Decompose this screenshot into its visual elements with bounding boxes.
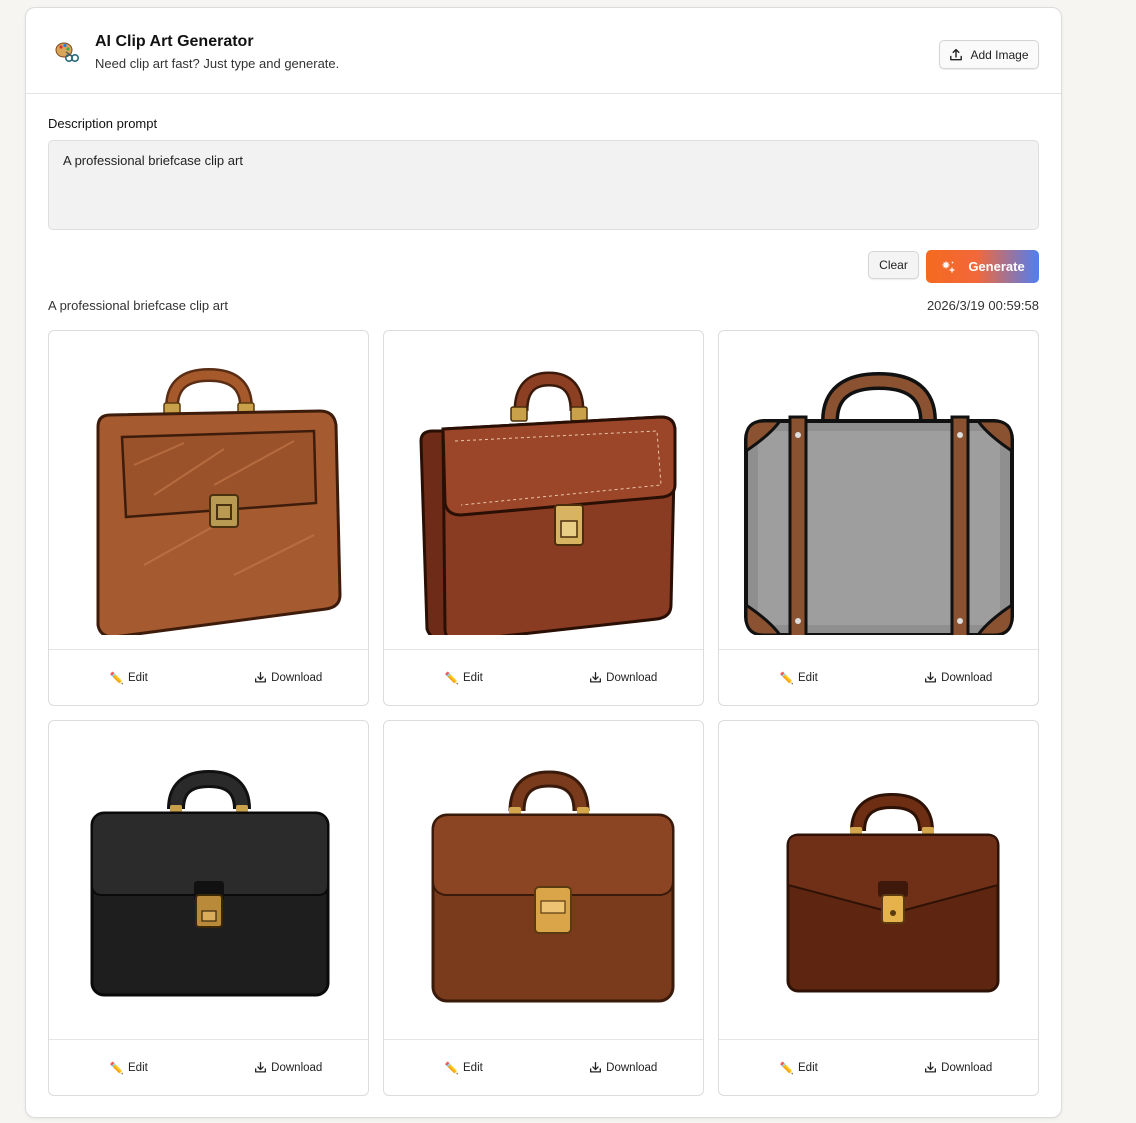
download-button[interactable]: Download [879,650,1039,705]
result-timestamp: 2026/3/19 00:59:58 [926,298,1039,313]
edit-button[interactable]: ✏️ Edit [719,650,879,705]
download-label: Download [606,671,658,684]
download-icon [255,1062,267,1073]
edit-label: Edit [128,1061,148,1074]
palette-logo-icon [55,42,79,63]
brown-flap-briefcase-image[interactable] [384,331,703,650]
edit-label: Edit [128,671,148,684]
result-card: ✏️ Edit Download [383,330,704,706]
brown-briefcase-image[interactable] [384,721,703,1040]
card-actions: ✏️ Edit Download [384,650,703,705]
generate-button[interactable]: Generate [926,250,1039,283]
download-icon [590,1062,602,1073]
app-subtitle: Need clip art fast? Just type and genera… [95,56,340,71]
prompt-label: Description prompt [48,116,158,131]
result-card: ✏️ Edit Download [718,330,1039,706]
pencil-icon: ✏️ [779,1062,794,1075]
download-label: Download [941,1061,993,1074]
download-icon [925,1062,937,1073]
add-image-label: Add Image [970,47,1029,62]
header: AI Clip Art Generator Need clip art fast… [26,8,1061,94]
edit-label: Edit [463,1061,483,1074]
result-card: ✏️ Edit Download [48,330,369,706]
pencil-icon: ✏️ [444,1062,459,1075]
sparkle-icon [942,260,955,273]
edit-label: Edit [798,671,818,684]
edit-button[interactable]: ✏️ Edit [384,1040,544,1095]
result-caption: A professional briefcase clip art [48,298,228,313]
app-title: AI Clip Art Generator [95,33,254,50]
edit-button[interactable]: ✏️ Edit [719,1040,879,1095]
prompt-textarea[interactable]: A professional briefcase clip art [48,140,1039,230]
card-actions: ✏️ Edit Download [384,1040,703,1095]
download-button[interactable]: Download [209,650,369,705]
generator-panel: AI Clip Art Generator Need clip art fast… [25,7,1062,1118]
edit-button[interactable]: ✏️ Edit [49,1040,209,1095]
pencil-icon: ✏️ [779,672,794,685]
result-card: ✏️ Edit Download [48,720,369,1096]
pencil-icon: ✏️ [109,1062,124,1075]
download-icon [925,672,937,683]
dark-brown-briefcase-image[interactable] [719,721,1038,1040]
download-button[interactable]: Download [544,1040,704,1095]
edit-label: Edit [798,1061,818,1074]
result-card: ✏️ Edit Download [718,720,1039,1096]
download-label: Download [941,671,993,684]
edit-label: Edit [463,671,483,684]
brown-leather-briefcase-sketch-image[interactable] [49,331,368,650]
gray-suitcase-image[interactable] [719,331,1038,650]
black-briefcase-image[interactable] [49,721,368,1040]
card-actions: ✏️ Edit Download [719,650,1038,705]
download-button[interactable]: Download [209,1040,369,1095]
download-icon [255,672,267,683]
download-button[interactable]: Download [544,650,704,705]
download-label: Download [271,671,323,684]
card-actions: ✏️ Edit Download [49,1040,368,1095]
download-label: Download [271,1061,323,1074]
generate-label: Generate [968,259,1025,274]
download-button[interactable]: Download [879,1040,1039,1095]
clear-button[interactable]: Clear [868,251,919,279]
edit-button[interactable]: ✏️ Edit [384,650,544,705]
result-card: ✏️ Edit Download [383,720,704,1096]
pencil-icon: ✏️ [109,672,124,685]
add-image-button[interactable]: Add Image [939,40,1039,69]
card-actions: ✏️ Edit Download [719,1040,1038,1095]
upload-icon [950,48,963,60]
download-icon [590,672,602,683]
edit-button[interactable]: ✏️ Edit [49,650,209,705]
pencil-icon: ✏️ [444,672,459,685]
download-label: Download [606,1061,658,1074]
card-actions: ✏️ Edit Download [49,650,368,705]
